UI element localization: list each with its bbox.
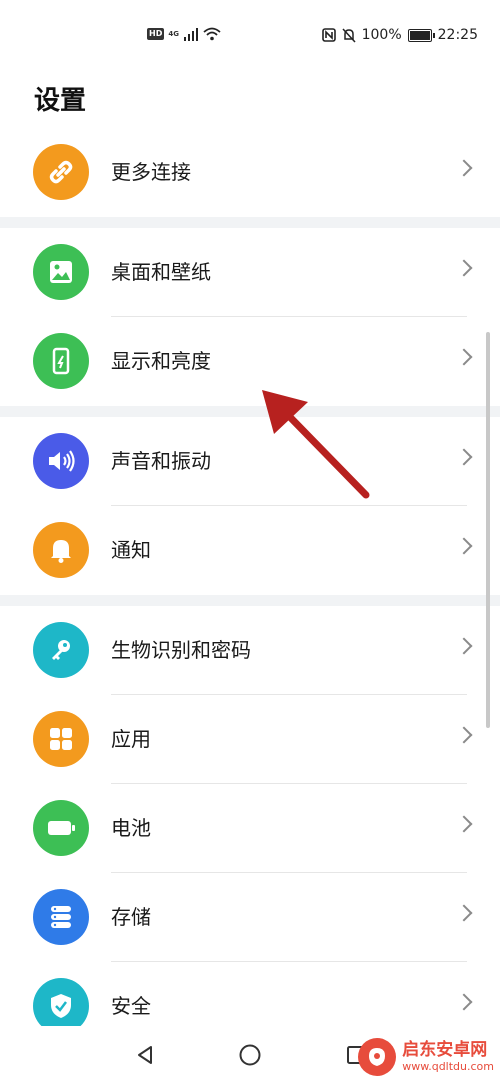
settings-item-storage[interactable]: 存储 bbox=[0, 873, 500, 962]
item-label: 存储 bbox=[111, 905, 151, 929]
watermark-name: 启东安卓网 bbox=[402, 1040, 488, 1060]
image-icon bbox=[33, 244, 89, 300]
item-label: 生物识别和密码 bbox=[111, 638, 251, 662]
back-icon[interactable] bbox=[130, 1040, 160, 1070]
watermark-logo bbox=[358, 1038, 397, 1076]
chevron-right-icon bbox=[455, 448, 473, 466]
settings-item-more-connections[interactable]: 更多连接 bbox=[0, 128, 500, 217]
chevron-right-icon bbox=[455, 726, 473, 744]
battery-percent: 100% bbox=[361, 27, 402, 43]
network-type: 4G bbox=[168, 30, 179, 38]
key-icon bbox=[33, 622, 89, 678]
link-icon bbox=[33, 144, 89, 200]
signal-icon bbox=[183, 27, 198, 41]
chevron-right-icon bbox=[455, 993, 473, 1011]
chevron-right-icon bbox=[455, 904, 473, 922]
section-gap bbox=[0, 595, 500, 606]
settings-group: 声音和振动 通知 bbox=[0, 417, 500, 595]
chevron-right-icon bbox=[455, 348, 473, 366]
wifi-icon bbox=[203, 27, 221, 41]
item-label: 应用 bbox=[111, 727, 151, 751]
battery-icon bbox=[33, 800, 89, 856]
status-right: 100% 22:25 bbox=[321, 27, 478, 43]
settings-item-sound-vibration[interactable]: 声音和振动 bbox=[0, 417, 500, 506]
status-left: HD 4G bbox=[147, 27, 221, 41]
settings-item-desktop-wallpaper[interactable]: 桌面和壁纸 bbox=[0, 228, 500, 317]
chevron-right-icon bbox=[455, 259, 473, 277]
item-label: 电池 bbox=[111, 816, 151, 840]
settings-item-notifications[interactable]: 通知 bbox=[0, 506, 500, 595]
page-title: 设置 bbox=[34, 86, 87, 116]
settings-group: 桌面和壁纸 显示和亮度 bbox=[0, 228, 500, 406]
settings-list: 更多连接 桌面和壁纸 显示和亮度 声音和振动 通知 生物识别和密码 应用 电池 … bbox=[0, 128, 500, 1051]
chevron-right-icon bbox=[455, 815, 473, 833]
mute-bell-icon bbox=[342, 27, 356, 43]
battery-icon bbox=[407, 28, 435, 42]
storage-icon bbox=[33, 889, 89, 945]
status-bar: HD 4G 100% 22:25 bbox=[0, 0, 500, 72]
item-label: 显示和亮度 bbox=[111, 349, 211, 373]
item-label: 声音和振动 bbox=[111, 449, 211, 473]
speaker-icon bbox=[33, 433, 89, 489]
watermark-url: www.qdltdu.com bbox=[402, 1060, 494, 1073]
settings-group: 更多连接 bbox=[0, 128, 500, 217]
nfc-icon bbox=[321, 28, 336, 42]
bell-icon bbox=[33, 522, 89, 578]
settings-item-battery[interactable]: 电池 bbox=[0, 784, 500, 873]
phone-brightness-icon bbox=[33, 333, 89, 389]
settings-item-display-brightness[interactable]: 显示和亮度 bbox=[0, 317, 500, 406]
scrollbar[interactable] bbox=[486, 332, 490, 728]
section-gap bbox=[0, 406, 500, 417]
settings-group: 生物识别和密码 应用 电池 存储 安全 bbox=[0, 606, 500, 1051]
watermark: 启东安卓网 www.qdltdu.com bbox=[358, 1038, 494, 1076]
item-label: 更多连接 bbox=[111, 160, 191, 184]
home-icon[interactable] bbox=[235, 1040, 265, 1070]
chevron-right-icon bbox=[455, 537, 473, 555]
item-label: 通知 bbox=[111, 538, 151, 562]
section-gap bbox=[0, 217, 500, 228]
settings-item-apps[interactable]: 应用 bbox=[0, 695, 500, 784]
chevron-right-icon bbox=[455, 637, 473, 655]
item-label: 桌面和壁纸 bbox=[111, 260, 211, 284]
clock: 22:25 bbox=[437, 27, 478, 43]
chevron-right-icon bbox=[455, 159, 473, 177]
settings-item-biometrics-password[interactable]: 生物识别和密码 bbox=[0, 606, 500, 695]
hd-badge: HD bbox=[147, 28, 165, 40]
apps-grid-icon bbox=[33, 711, 89, 767]
